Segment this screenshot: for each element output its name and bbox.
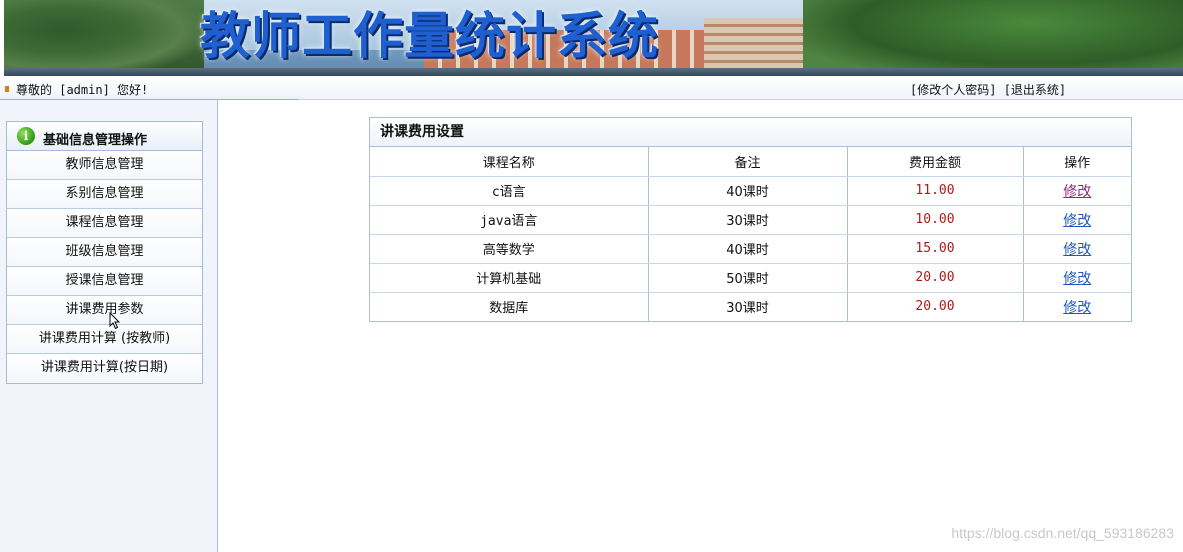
edit-link[interactable]: 修改 [1063,213,1091,229]
fee-table: 课程名称 备注 费用金额 操作 c语言 40课时 11.00 修改 java语言… [370,147,1131,321]
cell-fee: 15.00 [846,234,1023,264]
cell-note: 40课时 [647,234,847,264]
edit-link[interactable]: 修改 [1063,242,1091,258]
cell-action: 修改 [1022,176,1131,206]
panel-title: 讲课费用设置 [370,118,1131,147]
sidebar-menu-title: 基础信息管理操作 [43,133,148,148]
top-bar: 尊敬的 [admin] 您好! [修改个人密码] [退出系统] [0,78,1183,100]
column-header-action: 操作 [1022,147,1131,177]
edit-link[interactable]: 修改 [1063,184,1091,200]
cell-note: 50课时 [647,263,847,293]
sidebar-item-teaching-info[interactable]: 授课信息管理 [7,267,202,296]
table-row: 计算机基础 50课时 20.00 修改 [370,263,1131,293]
cell-fee: 11.00 [846,176,1023,206]
cell-course-name: c语言 [370,176,648,206]
cell-fee: 10.00 [846,205,1023,235]
sidebar-menu: i 基础信息管理操作 教师信息管理 系别信息管理 课程信息管理 班级信息管理 授… [6,121,203,384]
info-icon: i [17,127,35,145]
sidebar-item-fee-by-date[interactable]: 讲课费用计算(按日期) [7,354,202,383]
banner-trees-right [803,0,1183,76]
banner-trees-left [4,0,204,76]
cell-course-name: java语言 [370,205,648,235]
table-row: 高等数学 40课时 15.00 修改 [370,234,1131,264]
mouse-pointer-icon [109,312,121,330]
banner: 教师工作量统计系统 [4,0,1183,76]
cell-note: 30课时 [647,292,847,321]
cell-action: 修改 [1022,292,1131,321]
edit-link[interactable]: 修改 [1063,300,1091,316]
table-row: 数据库 30课时 20.00 修改 [370,292,1131,321]
sidebar-item-fee-params[interactable]: 讲课费用参数 [7,296,202,325]
column-header-course-name: 课程名称 [370,147,648,177]
sidebar-item-teacher-info[interactable]: 教师信息管理 [7,151,202,180]
change-password-link[interactable]: [修改个人密码] [910,83,996,97]
column-header-note: 备注 [647,147,847,177]
sidebar-item-class-info[interactable]: 班级信息管理 [7,238,202,267]
cell-action: 修改 [1022,234,1131,264]
bullet-icon [5,86,9,92]
sidebar-item-department-info[interactable]: 系别信息管理 [7,180,202,209]
greeting-text: 尊敬的 [admin] 您好! [16,83,149,97]
cell-course-name: 数据库 [489,301,529,317]
table-row: java语言 30课时 10.00 修改 [370,205,1131,235]
cell-action: 修改 [1022,205,1131,235]
edit-link[interactable]: 修改 [1063,271,1091,287]
watermark: https://blog.csdn.net/qq_593186283 [951,525,1174,541]
fee-settings-panel: 讲课费用设置 课程名称 备注 费用金额 操作 c语言 40课时 11.00 修改… [369,117,1132,322]
cell-fee: 20.00 [846,263,1023,293]
table-row: c语言 40课时 11.00 修改 [370,176,1131,206]
banner-ground [4,68,1183,76]
table-header-row: 课程名称 备注 费用金额 操作 [370,147,1131,177]
banner-title: 教师工作量统计系统 [200,6,659,65]
cell-course-name: 高等数学 [370,234,648,264]
sidebar-item-fee-by-teacher[interactable]: 讲课费用计算 (按教师) [7,325,202,354]
cell-note: 30课时 [647,205,847,235]
top-links: [修改个人密码] [退出系统] [910,81,1066,98]
cell-fee: 20.00 [846,292,1023,321]
sidebar-menu-header: i 基础信息管理操作 [7,122,202,151]
cell-action: 修改 [1022,263,1131,293]
sidebar-item-course-info[interactable]: 课程信息管理 [7,209,202,238]
cell-course-name: 计算机基础 [370,263,648,293]
logout-link[interactable]: [退出系统] [1004,83,1066,97]
cell-note: 40课时 [647,176,847,206]
column-header-fee: 费用金额 [846,147,1023,177]
